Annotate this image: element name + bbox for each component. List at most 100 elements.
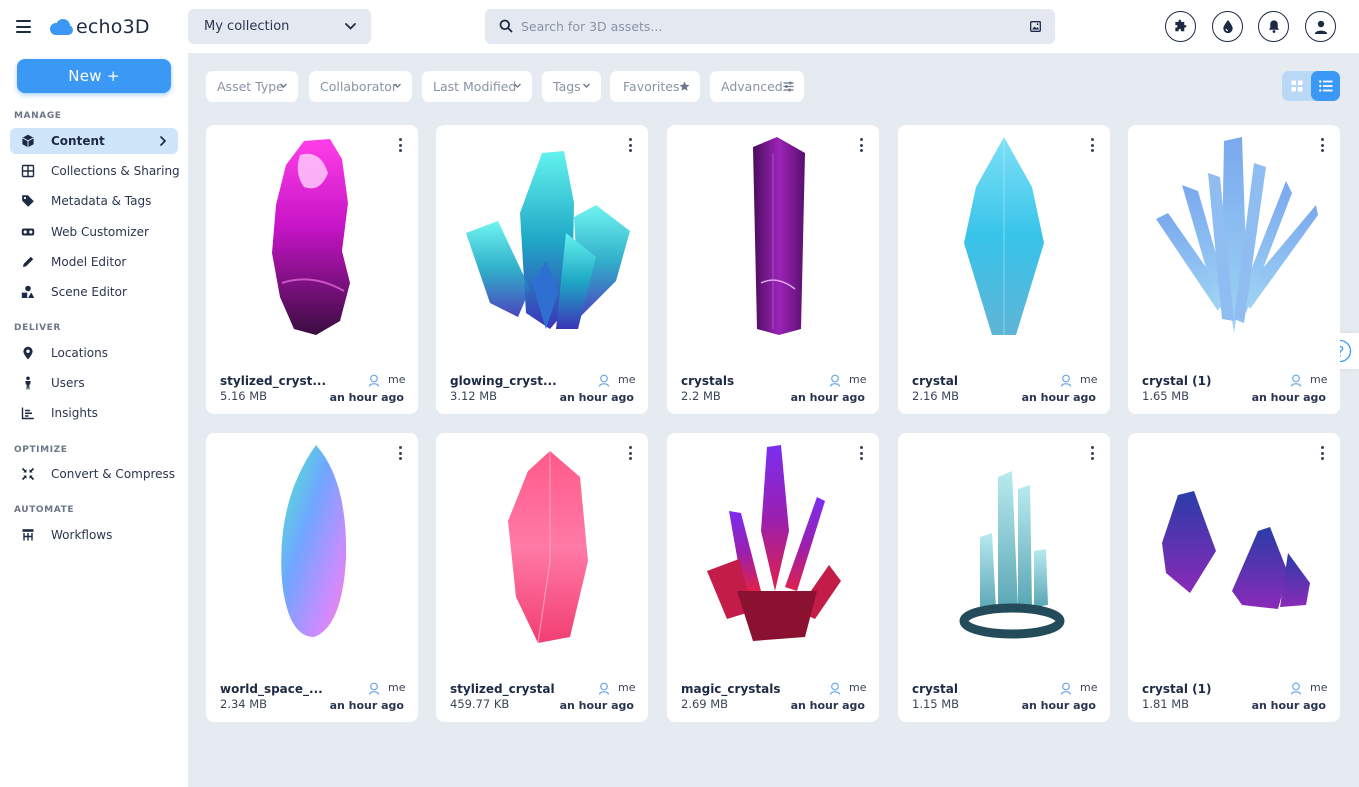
compress-icon [21,467,35,481]
asset-size: 5.16 MB [220,389,268,403]
filter-tags[interactable]: Tags [542,71,601,102]
asset-size: 2.2 MB [681,389,721,403]
asset-card[interactable]: crystal 1.15 MB me an hour ago [898,433,1110,722]
sidebar-item-label: Workflows [51,528,113,542]
filter-label: Collaborator [320,79,398,94]
star-icon [679,81,690,91]
content-area: Asset Type Collaborator Last Modified Ta… [188,53,1359,787]
cloud-logo-icon [50,19,73,35]
sidebar-item-label: Users [51,376,85,390]
asset-size: 3.12 MB [450,389,498,403]
sidebar-item-metadata[interactable]: Metadata & Tags [10,188,178,214]
asset-size: 459.77 KB [450,697,510,711]
sidebar-item-content[interactable]: Content [10,128,178,154]
asset-modified: an hour ago [329,699,404,712]
sidebar-item-label: Locations [51,346,109,360]
filter-asset-type[interactable]: Asset Type [206,71,298,102]
sidebar-item-users[interactable]: Users [10,370,178,396]
search-input[interactable] [521,9,1011,44]
droplet-icon[interactable] [1212,11,1243,42]
filter-favorites[interactable]: Favorites [610,71,700,102]
sidebar-item-label: Insights [51,406,98,420]
grid-icon [21,164,35,178]
asset-owner: me [618,681,636,694]
sidebar-item-scene-editor[interactable]: Scene Editor [10,279,178,305]
asset-owner: me [388,373,406,386]
asset-modified: an hour ago [1251,391,1326,404]
owner-icon [1290,374,1302,387]
asset-size: 2.16 MB [912,389,960,403]
asset-modified: an hour ago [1251,699,1326,712]
image-search-icon[interactable] [1030,21,1041,32]
asset-card[interactable]: stylized_crystal 459.77 KB me an hour ag… [436,433,648,722]
app-logo[interactable]: echo3D [48,15,150,39]
filter-advanced[interactable]: Advanced [710,71,804,102]
asset-owner: me [1080,373,1098,386]
shapes-icon [21,285,35,298]
filter-label: Advanced [721,79,783,94]
asset-owner: me [618,373,636,386]
cube-icon [22,134,34,148]
grid-view-button[interactable] [1282,71,1311,101]
asset-card[interactable]: crystal 2.16 MB me an hour ago [898,125,1110,414]
asset-card[interactable]: crystals 2.2 MB me an hour ago [667,125,879,414]
view-toggle [1282,71,1340,101]
section-label-optimize: OPTIMIZE [14,445,68,455]
asset-modified: an hour ago [790,699,865,712]
asset-card[interactable]: stylized_cryst... 5.16 MB me an hour ago [206,125,418,414]
asset-size: 2.34 MB [220,697,268,711]
asset-name: stylized_cryst... [220,374,327,388]
list-view-button[interactable] [1311,71,1340,101]
chevron-down-icon [394,83,401,88]
chevron-down-icon [280,83,287,88]
asset-card[interactable]: crystal (1) 1.65 MB me an hour ago [1128,125,1340,414]
sidebar-item-collections[interactable]: Collections & Sharing [10,158,180,184]
top-bar: echo3D My collection [0,0,1359,53]
workflow-icon [22,529,34,541]
filter-label: Last Modified [433,79,517,94]
sidebar-item-workflows[interactable]: Workflows [10,522,178,548]
asset-modified: an hour ago [1021,699,1096,712]
user-account-icon[interactable] [1305,11,1336,42]
bell-icon[interactable] [1258,11,1289,42]
asset-modified: an hour ago [559,699,634,712]
sidebar-item-label: Convert & Compress [51,467,176,481]
sidebar-item-label: Content [51,134,105,148]
sidebar-item-web-customizer[interactable]: Web Customizer [10,219,178,245]
asset-thumbnail [964,137,1044,335]
asset-owner: me [388,681,406,694]
filter-collaborator[interactable]: Collaborator [309,71,412,102]
chevron-down-icon [514,83,521,88]
owner-icon [1060,682,1072,695]
asset-name: magic_crystals [681,682,781,696]
asset-card[interactable]: glowing_cryst... 3.12 MB me an hour ago [436,125,648,414]
sidebar-item-label: Model Editor [51,255,127,269]
asset-owner: me [1310,681,1328,694]
hamburger-menu-icon[interactable] [16,20,31,33]
sidebar-item-model-editor[interactable]: Model Editor [10,249,178,275]
section-label-automate: AUTOMATE [14,505,75,515]
puzzle-icon[interactable] [1165,11,1196,42]
filter-label: Tags [553,79,581,94]
asset-card[interactable]: magic_crystals 2.69 MB me an hour ago [667,433,879,722]
asset-card[interactable]: world_space_... 2.34 MB me an hour ago [206,433,418,722]
chevron-down-icon [583,83,590,88]
asset-name: world_space_... [220,682,323,696]
asset-size: 1.81 MB [1142,697,1190,711]
sidebar-item-convert[interactable]: Convert & Compress [10,461,178,487]
collection-dropdown[interactable]: My collection [188,9,371,44]
new-button[interactable]: New + [17,59,171,93]
asset-name: crystals [681,374,735,388]
filter-last-modified[interactable]: Last Modified [422,71,532,102]
asset-card[interactable]: crystal (1) 1.81 MB me an hour ago [1128,433,1340,722]
sidebar-item-insights[interactable]: Insights [10,400,178,426]
sidebar-item-locations[interactable]: Locations [10,340,178,366]
list-view-icon [1318,80,1332,92]
sidebar: New + MANAGE Content Collections & Shari… [0,53,188,787]
asset-size: 1.65 MB [1142,389,1190,403]
owner-icon [368,682,380,695]
sliders-icon [783,81,794,92]
owner-icon [598,682,610,695]
search-bar [485,9,1055,44]
owner-icon [368,374,380,387]
